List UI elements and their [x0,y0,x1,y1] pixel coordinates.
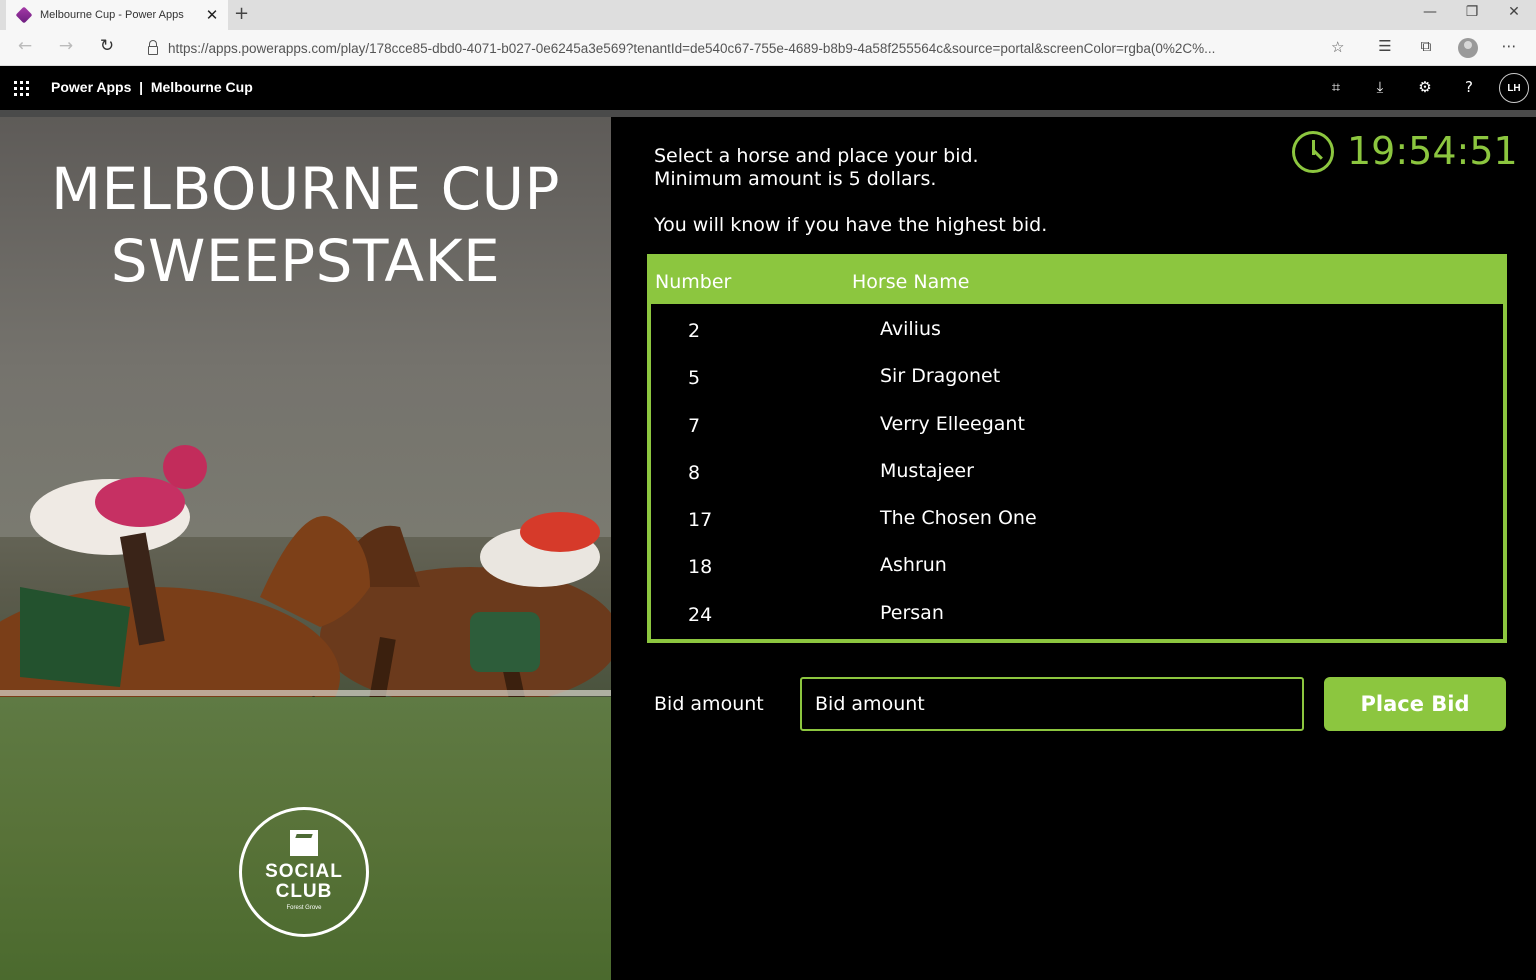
logo-text-line2: CLUB [275,881,333,902]
browser-tab[interactable]: Melbourne Cup - Power Apps ✕ [6,0,228,30]
download-icon[interactable]: ⤓ [1368,78,1392,96]
instruction-line3: You will know if you have the highest bi… [654,214,1048,236]
lock-icon [148,39,158,55]
horse-table: Number Horse Name 2 Avilius 5 Sir Dragon… [647,254,1507,643]
track-rail [0,690,611,696]
tab-title: Melbourne Cup - Power Apps [40,9,184,21]
table-row[interactable]: 5 Sir Dragonet [651,351,1503,398]
address-bar: ← → ↻ https://apps.powerapps.com/play/17… [0,30,1536,66]
favorites-icon[interactable]: ☰ [1373,37,1397,55]
horse-name: Verry Elleegant [880,412,1025,435]
bid-amount-input[interactable] [800,677,1304,731]
table-row[interactable]: 2 Avilius [651,304,1503,351]
table-row[interactable]: 7 Verry Elleegant [651,399,1503,446]
bid-panel: Select a horse and place your bid. Minim… [611,117,1536,980]
horse-number: 5 [688,367,701,390]
avatar[interactable]: LH [1499,73,1529,103]
logo-text-line3: Forest Grove [286,905,322,911]
powerapps-header: Power Apps | Melbourne Cup ⌗ ⤓ ⚙ ? LH [0,66,1536,110]
header-divider [0,110,1536,117]
new-tab-button[interactable]: + [234,3,249,24]
place-bid-button[interactable]: Place Bid [1324,677,1506,731]
browser-tab-bar: Melbourne Cup - Power Apps ✕ + — ❐ ✕ [0,0,1536,30]
more-icon[interactable]: ⋯ [1497,37,1521,55]
table-row[interactable]: 24 Persan [651,588,1503,635]
waffle-icon[interactable] [14,81,29,96]
help-icon[interactable]: ? [1457,78,1481,96]
restore-icon[interactable]: ❐ [1457,4,1487,20]
social-club-logo: SOCIAL CLUB Forest Grove [239,807,369,937]
back-icon[interactable]: ← [14,36,36,56]
bid-amount-label: Bid amount [654,693,764,715]
minimize-icon[interactable]: — [1415,4,1445,20]
hero-title: MELBOURNE CUP SWEEPSTAKE [0,153,611,297]
fit-to-screen-icon[interactable]: ⌗ [1324,78,1348,96]
horse-number: 2 [688,320,701,342]
close-window-icon[interactable]: ✕ [1499,4,1529,20]
close-tab-icon[interactable]: ✕ [204,6,220,24]
horse-name: Avilius [880,318,941,340]
star-icon[interactable]: ☆ [1331,38,1344,56]
settings-icon[interactable]: ⚙ [1413,78,1437,96]
horse-number: 24 [688,603,713,626]
horse-number: 17 [688,509,713,532]
collections-icon[interactable]: ⧉ [1414,37,1438,55]
horse-name: The Chosen One [880,507,1037,530]
refresh-icon[interactable]: ↻ [96,36,118,56]
instruction-line2: Minimum amount is 5 dollars. [654,168,937,190]
column-header-number: Number [655,271,732,293]
table-header: Number Horse Name [651,258,1503,304]
table-row[interactable]: 18 Ashrun [651,540,1503,587]
clock-time: 19:54:51 [1347,129,1518,173]
app-title: Power Apps | Melbourne Cup [51,79,253,95]
logo-text-line1: SOCIAL [265,861,343,882]
horse-number: 8 [688,461,701,484]
instruction-line1: Select a horse and place your bid. [654,145,979,167]
horse-name: Ashrun [880,554,947,577]
horse-number: 18 [688,556,713,579]
table-row[interactable]: 8 Mustajeer [651,446,1503,493]
horse-name: Mustajeer [880,459,974,482]
hero-title-line2: SWEEPSTAKE [110,227,501,295]
horse-name: Persan [880,601,944,624]
table-row[interactable]: 17 The Chosen One [651,493,1503,540]
social-club-logo-mark-icon [290,830,318,856]
table-body: 2 Avilius 5 Sir Dragonet 7 Verry Elleega… [651,304,1503,635]
horse-number: 7 [688,414,701,437]
powerapps-favicon-icon [15,6,33,24]
profile-icon[interactable] [1458,38,1478,58]
column-header-horse-name: Horse Name [852,271,970,293]
hero-image-panel: MELBOURNE CUP SWEEPSTAKE SOCIAL CLUB For… [0,117,611,980]
url-text: https://apps.powerapps.com/play/178cce85… [168,40,1216,56]
horse-name: Sir Dragonet [880,365,1001,388]
forward-icon[interactable]: → [55,36,77,56]
url-field[interactable]: https://apps.powerapps.com/play/178cce85… [134,35,1359,61]
clock-icon [1292,131,1334,173]
hero-title-line1: MELBOURNE CUP [50,155,561,223]
